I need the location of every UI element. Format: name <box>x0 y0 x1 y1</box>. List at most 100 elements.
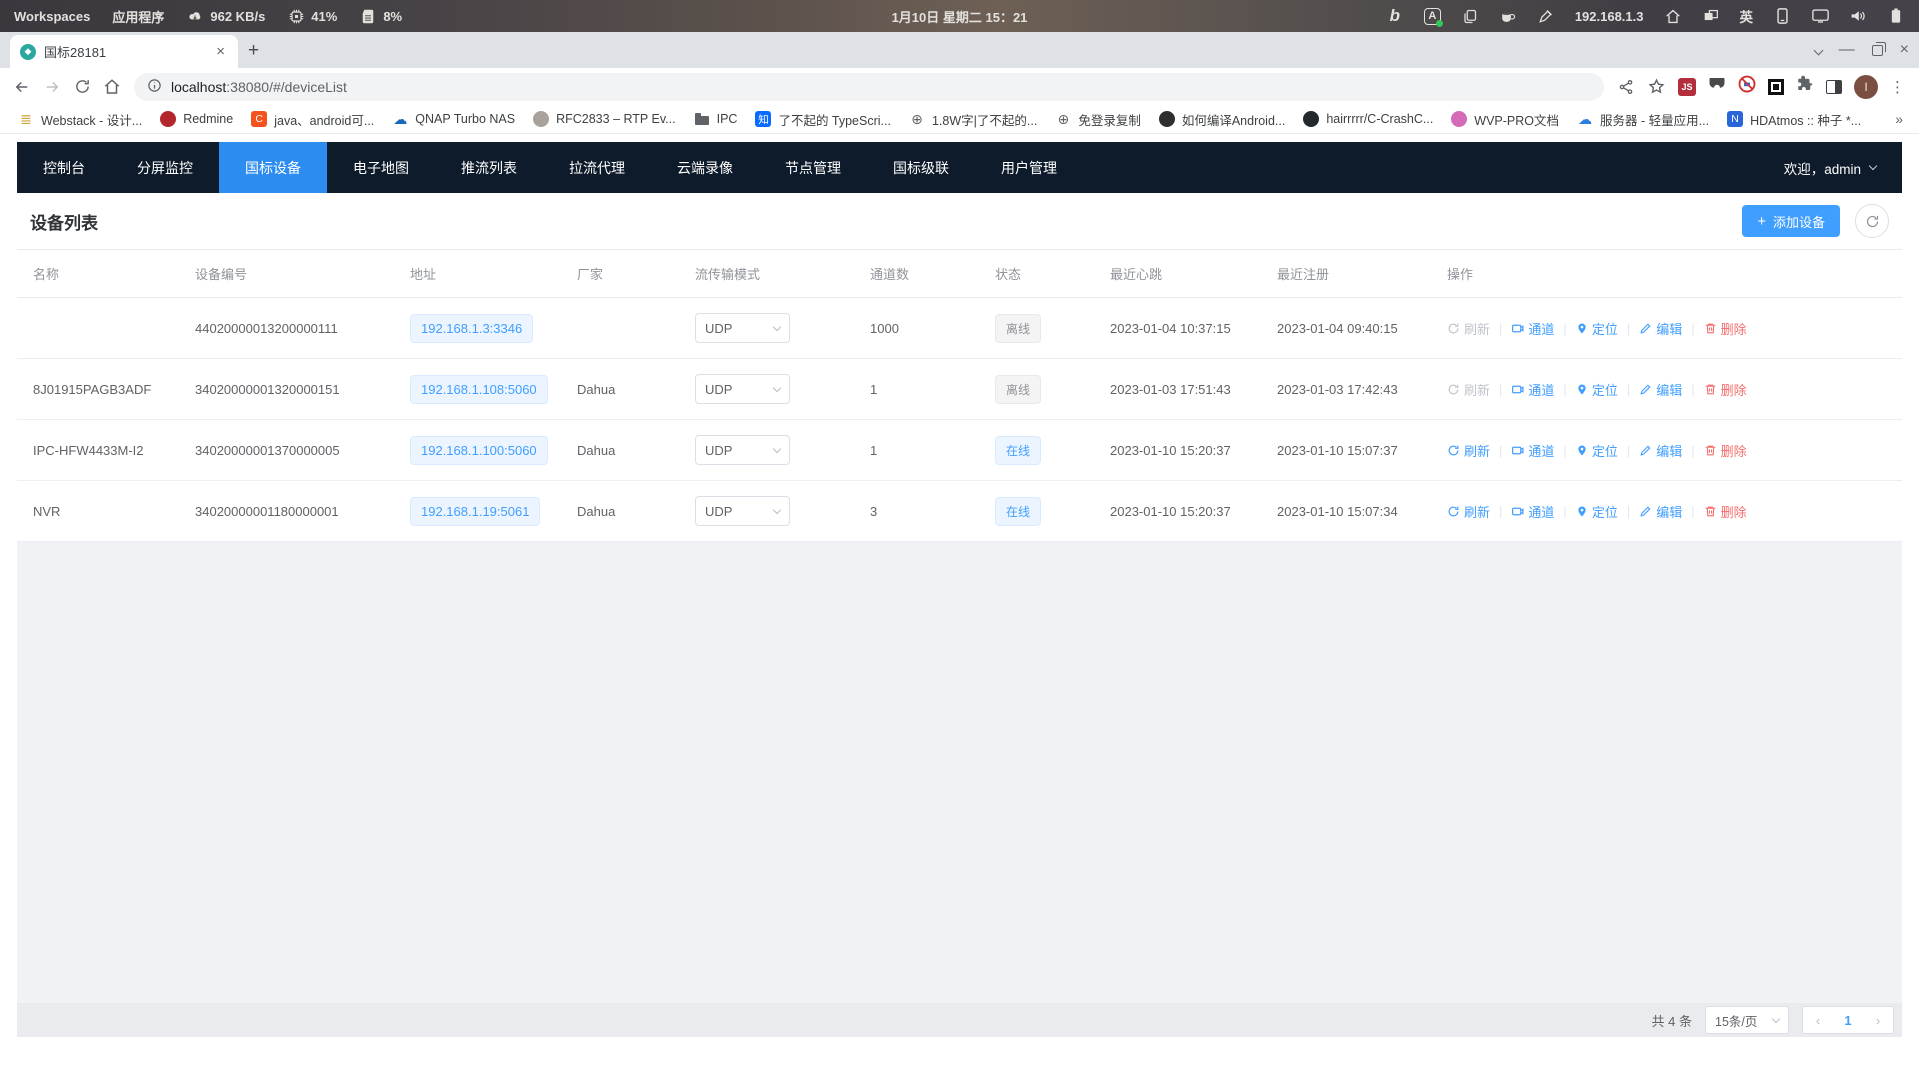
nav-item-用户管理[interactable]: 用户管理 <box>975 142 1083 193</box>
action-delete[interactable]: 删除 <box>1704 380 1747 399</box>
nav-item-拉流代理[interactable]: 拉流代理 <box>543 142 651 193</box>
nav-item-电子地图[interactable]: 电子地图 <box>327 142 435 193</box>
action-edit[interactable]: 编辑 <box>1639 380 1682 399</box>
bookmark-item[interactable]: C java、android可... <box>243 107 382 132</box>
screenshot-extension-icon[interactable] <box>1768 79 1784 95</box>
sidebar-toggle-icon[interactable] <box>1826 80 1842 94</box>
bookmark-star-icon[interactable] <box>1642 73 1670 101</box>
action-refresh[interactable]: 刷新 <box>1447 502 1490 521</box>
profile-avatar[interactable]: I <box>1854 75 1878 99</box>
action-locate[interactable]: 定位 <box>1576 380 1618 399</box>
cell-registered: 2023-01-03 17:42:43 <box>1261 382 1431 397</box>
tab-search-chevron-icon[interactable] <box>1813 45 1823 55</box>
battery-tray-icon[interactable] <box>1887 7 1905 25</box>
action-locate[interactable]: 定位 <box>1576 319 1618 338</box>
share-icon[interactable] <box>1612 73 1640 101</box>
action-refresh[interactable]: 刷新 <box>1447 441 1490 460</box>
workspaces-button[interactable]: Workspaces <box>14 9 90 24</box>
mask-extension-icon[interactable] <box>1708 77 1726 96</box>
action-delete[interactable]: 删除 <box>1704 441 1747 460</box>
action-channels[interactable]: 通道 <box>1511 319 1554 338</box>
current-page-button[interactable]: 1 <box>1833 1013 1863 1028</box>
window-minimize-button[interactable]: — <box>1839 41 1855 59</box>
stream-mode-select[interactable]: UDP <box>695 496 790 526</box>
nav-item-分屏监控[interactable]: 分屏监控 <box>111 142 219 193</box>
chevron-down-icon <box>1772 1014 1780 1022</box>
home-button[interactable] <box>98 73 126 101</box>
bookmark-item[interactable]: IPC <box>686 108 746 130</box>
prev-page-button[interactable]: ‹ <box>1803 1013 1833 1028</box>
nav-item-国标级联[interactable]: 国标级联 <box>867 142 975 193</box>
js-extension-icon[interactable]: JS <box>1678 78 1696 96</box>
refresh-list-button[interactable] <box>1855 204 1889 238</box>
phone-link-icon[interactable] <box>1773 7 1791 25</box>
bookmark-item[interactable]: ⊕ 1.8W字|了不起的... <box>901 107 1045 132</box>
action-delete[interactable]: 删除 <box>1704 502 1747 521</box>
stream-mode-select[interactable]: UDP <box>695 313 790 343</box>
window-restore-button[interactable] <box>1872 45 1883 56</box>
bookmark-item[interactable]: 知 了不起的 TypeScri... <box>747 107 899 132</box>
nav-item-控制台[interactable]: 控制台 <box>17 142 111 193</box>
action-delete[interactable]: 删除 <box>1704 319 1747 338</box>
action-channels-label: 通道 <box>1528 502 1554 521</box>
action-edit[interactable]: 编辑 <box>1639 502 1682 521</box>
action-locate[interactable]: 定位 <box>1576 441 1618 460</box>
ip-address-indicator[interactable]: 192.168.1.3 <box>1575 9 1644 24</box>
reload-button[interactable] <box>68 73 96 101</box>
bookmark-item[interactable]: ⊕ 免登录复制 <box>1047 107 1149 132</box>
bookmark-item[interactable]: N HDAtmos :: 种子 *... <box>1719 107 1869 132</box>
browser-tab[interactable]: ◆ 国标28181 × <box>10 35 238 68</box>
tab-close-icon[interactable]: × <box>213 43 228 60</box>
url-bar[interactable]: localhost:38080/#/deviceList <box>134 73 1604 101</box>
site-info-icon[interactable] <box>147 78 162 96</box>
action-refresh[interactable]: 刷新 <box>1447 319 1490 338</box>
page-size-select[interactable]: 15条/页 <box>1705 1006 1789 1034</box>
nav-item-节点管理[interactable]: 节点管理 <box>759 142 867 193</box>
bookmark-item[interactable]: ☁ 服务器 - 轻量应用... <box>1569 107 1717 132</box>
action-edit[interactable]: 编辑 <box>1639 441 1682 460</box>
extensions-puzzle-icon[interactable] <box>1796 75 1814 98</box>
user-menu[interactable]: 欢迎，admin <box>1784 158 1902 178</box>
coffee-tray-icon[interactable] <box>1499 7 1517 25</box>
action-refresh[interactable]: 刷新 <box>1447 380 1490 399</box>
nav-item-推流列表[interactable]: 推流列表 <box>435 142 543 193</box>
applications-button[interactable]: 应用程序 <box>112 7 164 26</box>
browser-menu-icon[interactable]: ⋮ <box>1890 78 1905 96</box>
action-locate[interactable]: 定位 <box>1576 502 1618 521</box>
stream-mode-select[interactable]: UDP <box>695 435 790 465</box>
bookmark-item[interactable]: hairrrrr/C-CrashC... <box>1295 108 1441 130</box>
clipboard-tray-icon[interactable] <box>1461 7 1479 25</box>
display-tray-icon[interactable] <box>1811 7 1829 25</box>
stream-mode-select[interactable]: UDP <box>695 374 790 404</box>
action-edit[interactable]: 编辑 <box>1639 319 1682 338</box>
bookmark-item[interactable]: ≣ Webstack - 设计... <box>10 107 150 132</box>
home-tray-icon[interactable] <box>1664 7 1682 25</box>
bottom-band <box>17 1037 1902 1079</box>
color-picker-tray-icon[interactable] <box>1537 7 1555 25</box>
new-tab-button[interactable]: + <box>248 40 259 62</box>
bookmarks-overflow-icon[interactable]: » <box>1889 111 1909 127</box>
bookmark-item[interactable]: 如何编译Android... <box>1151 107 1294 132</box>
bookmark-item[interactable]: WVP-PRO文档 <box>1443 107 1567 132</box>
bookmark-item[interactable]: RFC2833 – RTP Ev... <box>525 108 684 130</box>
action-channels[interactable]: 通道 <box>1511 441 1554 460</box>
clock[interactable]: 1月10日 星期二 15：21 <box>892 7 1028 26</box>
add-device-button[interactable]: + 添加设备 <box>1742 205 1840 237</box>
nav-item-云端录像[interactable]: 云端录像 <box>651 142 759 193</box>
workspace-switcher-icon[interactable] <box>1702 7 1720 25</box>
bing-tray-icon[interactable]: b <box>1386 7 1404 25</box>
total-count-label: 共 4 条 <box>1652 1011 1692 1030</box>
back-button[interactable] <box>8 73 36 101</box>
nav-item-国标设备[interactable]: 国标设备 <box>219 142 327 193</box>
bookmark-item[interactable]: Redmine <box>152 108 241 130</box>
input-method-indicator[interactable]: 英 <box>1740 6 1754 26</box>
window-close-button[interactable]: × <box>1900 41 1909 59</box>
forward-button[interactable] <box>38 73 66 101</box>
bookmark-item[interactable]: ☁ QNAP Turbo NAS <box>384 108 523 130</box>
volume-tray-icon[interactable] <box>1849 7 1867 25</box>
translator-tray-icon[interactable]: A <box>1424 8 1441 25</box>
action-channels[interactable]: 通道 <box>1511 380 1554 399</box>
next-page-button[interactable]: › <box>1863 1013 1893 1028</box>
action-channels[interactable]: 通道 <box>1511 502 1554 521</box>
blocker-extension-icon[interactable] <box>1738 75 1756 98</box>
